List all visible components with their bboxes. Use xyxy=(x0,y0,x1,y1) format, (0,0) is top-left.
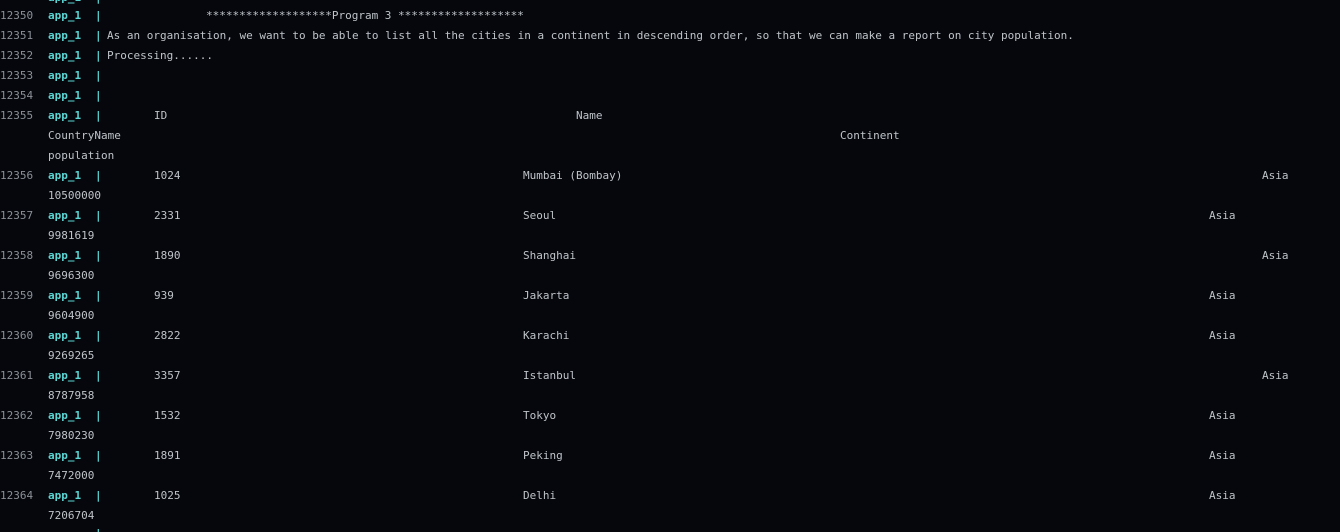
city-id: 3357 xyxy=(154,369,181,382)
log-separator: | xyxy=(95,0,102,5)
header-country-name: CountryName xyxy=(48,129,121,142)
service-name: app_1 xyxy=(48,329,82,342)
city-id: 1532 xyxy=(154,409,181,422)
city-population: 7472000 xyxy=(48,469,95,482)
city-population: 9604900 xyxy=(48,309,95,322)
city-name: Shanghai xyxy=(523,249,576,262)
log-separator: | xyxy=(95,49,102,62)
city-id: 1024 xyxy=(154,169,181,182)
header-name: Name xyxy=(576,109,603,122)
service-name: app_1 xyxy=(48,29,82,42)
service-name: app_1 xyxy=(48,289,82,302)
city-name: Seoul xyxy=(523,209,557,222)
line-number: 12350 xyxy=(0,9,34,22)
city-population: 8787958 xyxy=(48,389,95,402)
line-number: 12354 xyxy=(0,89,34,102)
city-id: 1891 xyxy=(154,449,181,462)
line-number: 12355 xyxy=(0,109,34,122)
city-name: Jakarta xyxy=(523,289,570,302)
line-number: 12353 xyxy=(0,69,34,82)
service-name: app_1 xyxy=(48,449,82,462)
line-number: 12358 xyxy=(0,249,34,262)
header-population: population xyxy=(48,149,115,162)
service-name: app_1 xyxy=(48,169,82,182)
log-separator: | xyxy=(95,527,102,532)
city-continent: Asia xyxy=(1209,329,1236,342)
city-id: 2331 xyxy=(154,209,181,222)
city-continent: Asia xyxy=(1209,449,1236,462)
log-separator: | xyxy=(95,409,102,422)
processing-status: Processing...... xyxy=(107,49,213,62)
log-separator: | xyxy=(95,329,102,342)
city-name: Delhi xyxy=(523,489,557,502)
log-separator: | xyxy=(95,89,102,102)
line-number: 12360 xyxy=(0,329,34,342)
log-separator: | xyxy=(95,9,102,22)
line-number: 12362 xyxy=(0,409,34,422)
city-continent: Asia xyxy=(1209,289,1236,302)
log-separator: | xyxy=(95,289,102,302)
city-population: 10500000 xyxy=(48,189,101,202)
log-separator: | xyxy=(95,489,102,502)
service-name: app_1 xyxy=(48,369,82,382)
city-continent: Asia xyxy=(1262,169,1289,182)
log-separator: | xyxy=(95,109,102,122)
service-name: app_1 xyxy=(48,49,82,62)
city-population: 9981619 xyxy=(48,229,95,242)
city-continent: Asia xyxy=(1262,369,1289,382)
city-continent: Asia xyxy=(1209,409,1236,422)
line-number: 12352 xyxy=(0,49,34,62)
service-name: app_1 xyxy=(48,409,82,422)
program-description: As an organisation, we want to be able t… xyxy=(107,29,1074,42)
service-name: app_1 xyxy=(48,0,81,5)
city-continent: Asia xyxy=(1262,249,1289,262)
service-name: app_1 xyxy=(48,209,82,222)
header-id: ID xyxy=(154,109,168,122)
line-number: 12361 xyxy=(0,369,34,382)
city-population: 7980230 xyxy=(48,429,95,442)
city-name: Istanbul xyxy=(523,369,576,382)
log-separator: | xyxy=(95,69,102,82)
line-number: 12359 xyxy=(0,289,34,302)
service-name: app_1 xyxy=(48,69,82,82)
line-number: 12363 xyxy=(0,449,34,462)
city-population: 9696300 xyxy=(48,269,95,282)
service-name: app_1 xyxy=(48,9,82,22)
city-id: 1025 xyxy=(154,489,181,502)
service-name: app_1 xyxy=(48,489,82,502)
log-separator: | xyxy=(95,29,102,42)
line-number: 12356 xyxy=(0,169,34,182)
city-name: Karachi xyxy=(523,329,570,342)
city-population: 7206704 xyxy=(48,509,95,522)
service-name: app_1 xyxy=(48,89,82,102)
service-name: app_1 xyxy=(48,109,82,122)
line-number: 12364 xyxy=(0,489,34,502)
log-separator: | xyxy=(95,169,102,182)
program-banner: *******************Program 3 ***********… xyxy=(206,9,524,22)
terminal-log[interactable]: app_1 | 12350 app_1 | ******************… xyxy=(0,0,1340,532)
city-name: Tokyo xyxy=(523,409,557,422)
city-name: Mumbai (Bombay) xyxy=(523,169,623,182)
city-continent: Asia xyxy=(1209,209,1236,222)
log-separator: | xyxy=(95,209,102,222)
city-population: 9269265 xyxy=(48,349,95,362)
city-id: 939 xyxy=(154,289,174,302)
log-separator: | xyxy=(95,249,102,262)
city-id: 2822 xyxy=(154,329,181,342)
line-number: 12357 xyxy=(0,209,34,222)
city-name: Peking xyxy=(523,449,563,462)
line-number: 12351 xyxy=(0,29,34,42)
log-separator: | xyxy=(95,369,102,382)
city-continent: Asia xyxy=(1209,489,1236,502)
service-name: app_1 xyxy=(48,249,82,262)
city-id: 1890 xyxy=(154,249,181,262)
header-continent: Continent xyxy=(840,129,900,142)
log-separator: | xyxy=(95,449,102,462)
